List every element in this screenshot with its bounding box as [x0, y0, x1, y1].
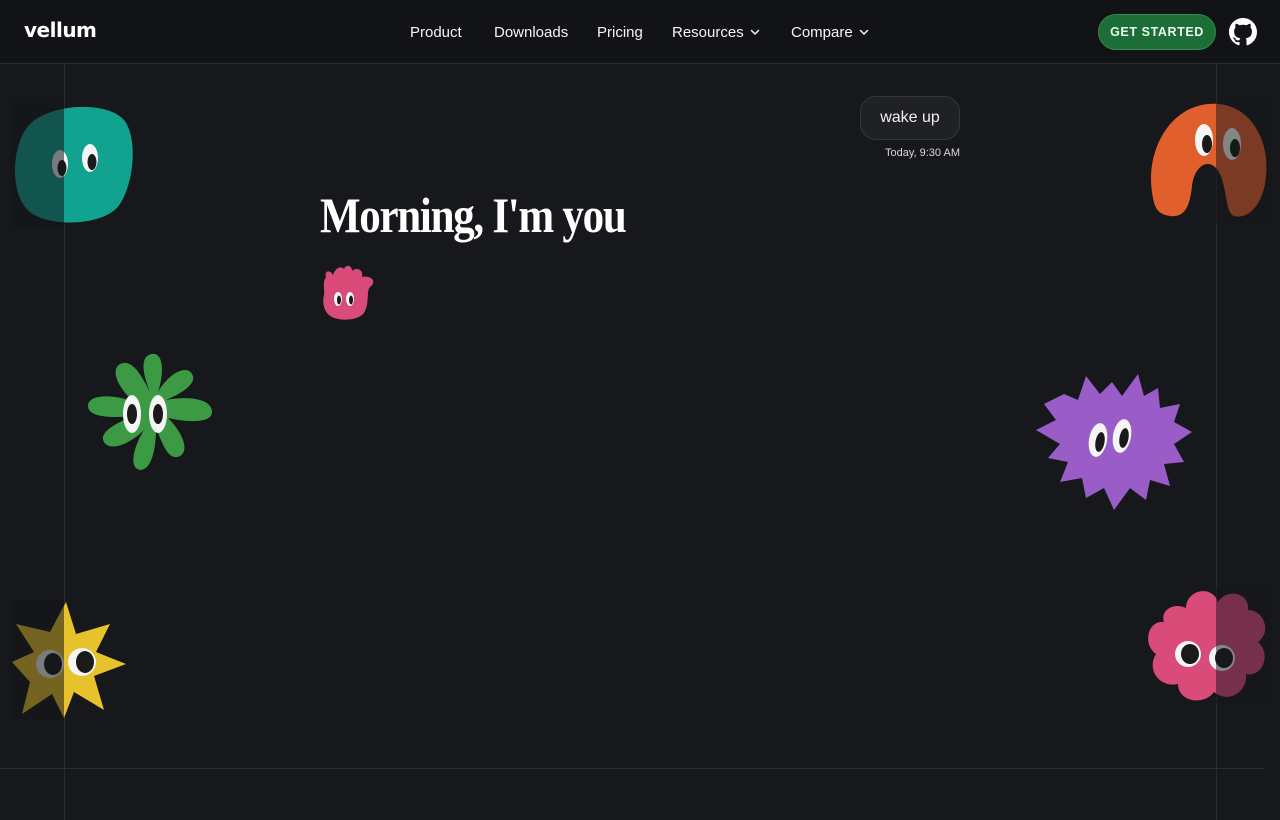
- teal-blob-icon: [10, 102, 133, 228]
- message-timestamp: Today, 9:30 AM: [884, 147, 960, 159]
- orange-arch-icon: [1151, 102, 1270, 224]
- green-flower-icon: [88, 353, 212, 470]
- chevron-down-icon: [750, 29, 759, 36]
- pink-hand-icon: [323, 265, 374, 320]
- main-nav: Product Downloads Pricing Resources Comp…: [0, 0, 1280, 64]
- purple-spiky-icon: [1036, 374, 1192, 510]
- nav-resources[interactable]: Resources: [672, 22, 760, 42]
- yellow-star-icon: [10, 600, 126, 720]
- hero-headline: Morning, I'm you: [320, 187, 627, 243]
- pink-flower-icon: [1148, 588, 1270, 704]
- github-icon[interactable]: [1229, 18, 1257, 46]
- chevron-down-icon: [859, 29, 868, 36]
- vellum-logo[interactable]: vellum: [24, 18, 97, 42]
- chat-bubble: wake up: [860, 96, 960, 140]
- nav-compare[interactable]: Compare: [791, 22, 869, 42]
- guide-line-bottom: [0, 768, 1265, 769]
- top-navigation-bar: vellum Product Downloads Pricing Resourc…: [0, 0, 1280, 64]
- nav-pricing[interactable]: Pricing: [597, 22, 643, 42]
- nav-product[interactable]: Product: [410, 22, 462, 42]
- nav-downloads[interactable]: Downloads: [494, 22, 568, 42]
- get-started-button[interactable]: GET STARTED: [1098, 14, 1216, 50]
